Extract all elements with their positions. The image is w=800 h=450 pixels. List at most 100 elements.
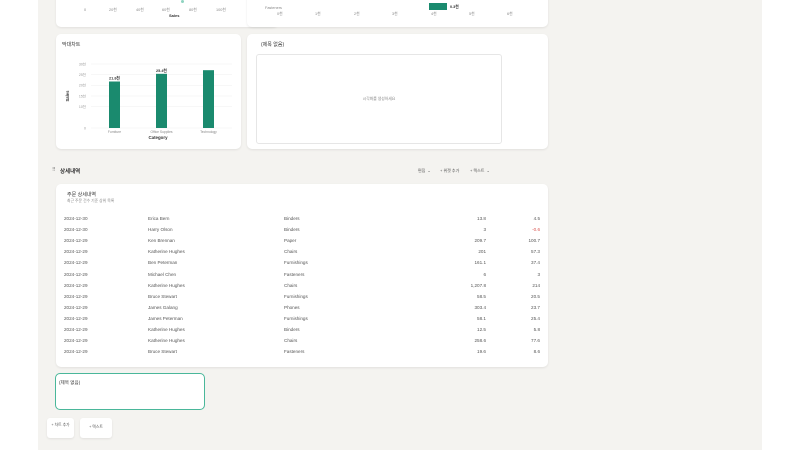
add-chart-button[interactable]: + 차트 추가: [47, 418, 74, 438]
x-tick-label: Office Supplies: [150, 130, 172, 134]
y-tick-label: 30천: [79, 61, 86, 66]
date-cell: 2024-12-29: [64, 338, 88, 344]
bar-chart-card[interactable]: 막대차트 30천 25천 20천 15천 10천 0 Sales 21.8천 Furniture…: [56, 34, 241, 149]
category-label: Fasteners: [265, 6, 282, 10]
date-cell: 2024-12-29: [64, 249, 88, 255]
table-row[interactable]: 2024-12-29 Bruce Stewart Fasteners 19.6 8.6: [64, 346, 540, 357]
date-cell: 2024-12-29: [64, 260, 88, 266]
edit-button[interactable]: 편집 ⌄: [418, 168, 431, 174]
sales-cell: 13.8: [477, 216, 486, 221]
bar-data-label: 25.4천: [156, 68, 167, 73]
tick: 6천: [507, 12, 513, 16]
table-row[interactable]: 2024-12-29 Ken Brennan Paper 209.7 100.7: [64, 235, 540, 246]
card-title: (제목 없음): [261, 42, 285, 48]
subcategory-cell: Paper: [284, 238, 297, 244]
empty-widget-card[interactable]: (제목 없음) 시각화를 생성하세요: [247, 34, 548, 149]
sales-cell: 209.7: [474, 238, 487, 244]
date-cell: 2024-12-29: [64, 293, 88, 299]
table-row[interactable]: 2024-12-30 Erica Bern Binders 13.8 4.5: [64, 213, 540, 224]
y-tick-label: 10천: [79, 104, 86, 109]
subcategory-cell: Phones: [284, 304, 300, 310]
subcategory-cell: Furnishings: [284, 315, 308, 321]
placeholder-area[interactable]: 시각화를 생성하세요: [256, 54, 502, 144]
bar: [203, 70, 214, 128]
dashboard-canvas: 0 20천 40천 60천 80천 100천 Sales Fasteners 0…: [38, 0, 762, 450]
tick: 40천: [136, 8, 144, 12]
subcategory-cell: Chairs: [284, 282, 298, 288]
add-text-bottom-label: + 텍스트: [89, 425, 103, 429]
scatter-point: [181, 0, 184, 3]
customer-cell: Harry Olson: [148, 227, 173, 233]
table-row[interactable]: 2024-12-29 Michael Chen Fasteners 6 3: [64, 269, 540, 280]
bar-value-label: 0.3천: [450, 5, 459, 9]
customer-cell: Katherine Hughes: [148, 282, 185, 288]
tick: 4천: [431, 12, 437, 16]
customer-cell: Katherine Hughes: [148, 338, 185, 344]
chevron-down-icon: ⌄: [486, 168, 490, 173]
table-row[interactable]: 2024-12-29 Bruce Stewart Furnishings 58.5 20…: [64, 291, 540, 302]
sales-cell: 161.1: [474, 260, 487, 266]
tick: 80천: [189, 8, 197, 12]
customer-cell: James Galang: [148, 304, 178, 310]
tick: 5천: [469, 12, 475, 16]
profit-cell: 3: [537, 271, 540, 277]
tick: 0: [84, 8, 87, 12]
sales-cell: 12.5: [477, 327, 486, 332]
table-card[interactable]: 주문 상세내역 최근 주문 건수 기준 상위 목록 2024-12-30 Eric…: [56, 184, 548, 367]
customer-cell: Ken Brennan: [148, 238, 175, 244]
add-text-bottom-button[interactable]: + 텍스트: [80, 418, 112, 438]
customer-cell: Ben Peterman: [148, 260, 178, 266]
y-tick-label: 25천: [79, 72, 86, 77]
table-row[interactable]: 2024-12-29 James Galang Phones 303.4 23.7: [64, 302, 540, 313]
new-widget-card[interactable]: (제목 없음): [55, 373, 205, 410]
bar-data-label: 21.8천: [109, 75, 120, 80]
table-row[interactable]: 2024-12-29 Katherine Hughes Binders 12.5 5.8: [64, 324, 540, 335]
y-tick-label: 20천: [79, 83, 86, 88]
profit-cell: 4.5: [533, 216, 540, 221]
top-left-xlabel: Sales: [169, 13, 180, 18]
table-row[interactable]: 2024-12-29 Katherine Hughes Chairs 258.6 77.…: [64, 335, 540, 346]
subcategory-cell: Binders: [284, 327, 300, 332]
customer-cell: Michael Chen: [148, 271, 177, 277]
date-cell: 2024-12-29: [64, 282, 88, 288]
table-row[interactable]: 2024-12-30 Harry Olson Binders 3 -0.6: [64, 224, 540, 235]
y-tick-label: 0: [84, 126, 86, 130]
date-cell: 2024-12-29: [64, 271, 88, 277]
profit-cell: 57.3: [531, 249, 540, 255]
collapse-icon[interactable]: ⠿: [52, 167, 56, 173]
profit-cell: 77.6: [531, 338, 540, 344]
table-row[interactable]: 2024-12-29 James Peterman Furnishings 58.1 2…: [64, 313, 540, 324]
tick: 2천: [354, 12, 360, 16]
sales-cell: 58.1: [477, 315, 486, 321]
add-widget-button[interactable]: + 위젯 추가: [440, 168, 459, 174]
profit-cell: 5.8: [533, 327, 540, 332]
y-axis-label: Sales: [65, 90, 70, 102]
subcategory-cell: Fasteners: [284, 271, 305, 277]
table-title: 주문 상세내역: [67, 192, 96, 198]
tick: 0천: [277, 12, 283, 16]
table-row[interactable]: 2024-12-29 Ben Peterman Furnishings 161.1 37…: [64, 257, 540, 268]
add-text-button[interactable]: + 텍스트 ⌄: [470, 168, 490, 174]
section-header: ⠿ 상세내역: [52, 166, 502, 176]
sales-cell: 258.6: [474, 338, 487, 344]
bar: [429, 3, 447, 10]
bar: [109, 81, 120, 128]
customer-cell: James Peterman: [148, 315, 183, 321]
add-text-label: + 텍스트: [470, 168, 485, 173]
section-title: 상세내역: [60, 169, 81, 175]
widget-title: (제목 없음): [59, 380, 81, 385]
sales-cell: 3: [483, 227, 486, 233]
subcategory-cell: Furnishings: [284, 260, 308, 266]
table-row[interactable]: 2024-12-29 Katherine Hughes Chairs 201 57.3: [64, 246, 540, 257]
edit-label: 편집: [418, 168, 426, 173]
subcategory-cell: Chairs: [284, 249, 298, 255]
subcategory-cell: Furnishings: [284, 293, 308, 299]
customer-cell: Bruce Stewart: [148, 349, 177, 355]
sales-cell: 58.5: [477, 293, 486, 299]
date-cell: 2024-12-29: [64, 315, 88, 321]
profit-cell: 25.4: [531, 315, 540, 321]
customer-cell: Katherine Hughes: [148, 327, 185, 332]
customer-cell: Katherine Hughes: [148, 249, 185, 255]
table-row[interactable]: 2024-12-29 Katherine Hughes Chairs 1,207.8 2…: [64, 280, 540, 291]
subcategory-cell: Binders: [284, 227, 300, 233]
